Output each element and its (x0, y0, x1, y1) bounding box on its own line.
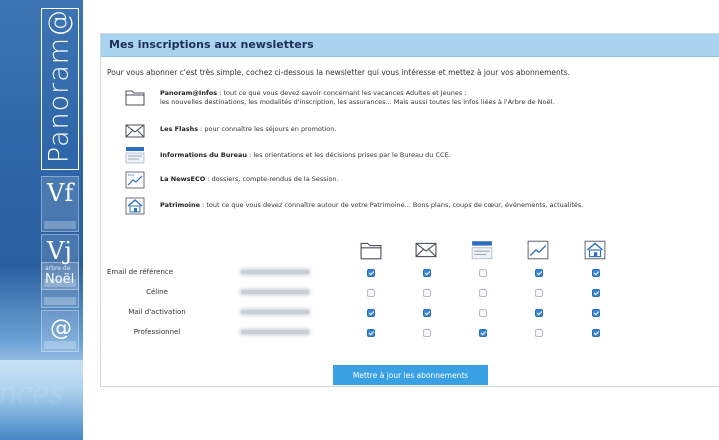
newsletter-desc-1: : les orientations et les décisions pris… (247, 151, 451, 159)
subscription-checkbox[interactable] (367, 329, 375, 337)
newsletter-panel: Mes inscriptions aux newsletters Pour vo… (100, 33, 719, 387)
blurred-email (241, 310, 309, 314)
column-envelope-icon (415, 242, 437, 258)
column-house-icon (584, 240, 606, 260)
newsletter-title: Informations du Bureau (160, 151, 248, 159)
folder-icon (125, 90, 145, 106)
subscription-checkbox[interactable] (367, 269, 375, 277)
newsletter-desc: Les Flashs : pour connaître les séjours … (160, 125, 336, 134)
subscription-checkbox[interactable] (367, 289, 375, 297)
newsletter-desc-1: : tout ce que vous devez connaître autou… (200, 201, 584, 209)
newsletter-desc: Panoram@Infos : tout ce que vous devez s… (160, 89, 554, 107)
tile-at[interactable]: @ (41, 310, 79, 352)
envelope-icon (125, 124, 145, 138)
tile-noel[interactable]: arbre de Noël (41, 262, 79, 308)
subscription-checkbox[interactable] (479, 329, 487, 337)
newsletter-desc-1: : tout ce que vous devez savoir concerna… (217, 89, 467, 97)
subscription-checkbox[interactable] (479, 289, 487, 297)
tile-at-label: @ (50, 316, 72, 341)
subscription-checkbox[interactable] (367, 309, 375, 317)
subscription-checkbox[interactable] (592, 309, 600, 317)
tile-vj-label: Vj (47, 237, 72, 265)
tile-at-strip (44, 341, 76, 349)
sidebar: Panoram@ Vf Vj arbre de Noël @ nces (0, 0, 83, 440)
subscription-checkbox[interactable] (535, 269, 543, 277)
chart-icon: ECO (125, 171, 145, 189)
row-label: Céline (146, 288, 168, 296)
house-icon (125, 197, 145, 215)
blurred-email (241, 290, 309, 294)
newsletter-title: La NewsECO (160, 175, 206, 183)
subscription-checkbox[interactable] (592, 329, 600, 337)
newsletter-desc: La NewsECO : dossiers, compte-rendus de … (160, 175, 339, 184)
subscription-checkbox[interactable] (535, 309, 543, 317)
tile-noel-tiny: arbre de (45, 265, 71, 272)
brand-logo[interactable]: Panoram@ (44, 9, 75, 163)
tile-noel-strip (44, 297, 76, 305)
subscription-checkbox[interactable] (423, 309, 431, 317)
newsletter-desc-2: les nouvelles destinations, les modalité… (160, 98, 555, 106)
subscription-checkbox[interactable] (535, 289, 543, 297)
column-info-bureau-icon (471, 241, 493, 260)
newsletter-desc: Informations du Bureau : les orientation… (160, 151, 451, 160)
row-label: Professionnel (133, 328, 181, 336)
subscription-checkbox[interactable] (592, 289, 600, 297)
subscription-checkbox[interactable] (423, 289, 431, 297)
tile-vf-label: Vf (47, 179, 74, 207)
row-label: Mail d'activation (128, 308, 186, 316)
panel-title: Mes inscriptions aux newsletters (101, 34, 719, 57)
update-subscriptions-button[interactable]: Mettre à jour les abonnements (333, 365, 488, 385)
subscription-checkbox[interactable] (592, 269, 600, 277)
subscription-checkbox[interactable] (423, 269, 431, 277)
subscription-checkbox[interactable] (423, 329, 431, 337)
subscription-checkbox[interactable] (479, 309, 487, 317)
blurred-email (241, 330, 309, 334)
tile-vf[interactable]: Vf (41, 176, 79, 232)
newsletter-title: Panoram@Infos (160, 89, 218, 97)
intro-text: Pour vous abonner c'est très simple, coc… (107, 68, 571, 77)
tile-vf-strip (44, 221, 76, 229)
newsletter-desc: Patrimoine : tout ce que vous devez conn… (160, 201, 583, 210)
info-bureau-icon (125, 147, 145, 164)
subscription-checkbox[interactable] (479, 269, 487, 277)
newsletter-desc-1: : pour connaître les séjours en promotio… (198, 125, 337, 133)
column-folder-icon (360, 242, 382, 260)
newsletter-desc-1: : dossiers, compte-rendus de la Session. (205, 175, 339, 183)
svg-text:ECO: ECO (128, 173, 135, 177)
newsletter-title: Patrimoine (160, 201, 201, 209)
row-label: Email de référence (107, 268, 174, 276)
tile-noel-label: Noël (45, 272, 75, 287)
newsletter-title: Les Flashs (160, 125, 199, 133)
subscription-checkbox[interactable] (535, 329, 543, 337)
blurred-email (241, 270, 309, 274)
column-chart-icon (527, 240, 549, 260)
sidebar-wave-text: nces (0, 376, 64, 411)
